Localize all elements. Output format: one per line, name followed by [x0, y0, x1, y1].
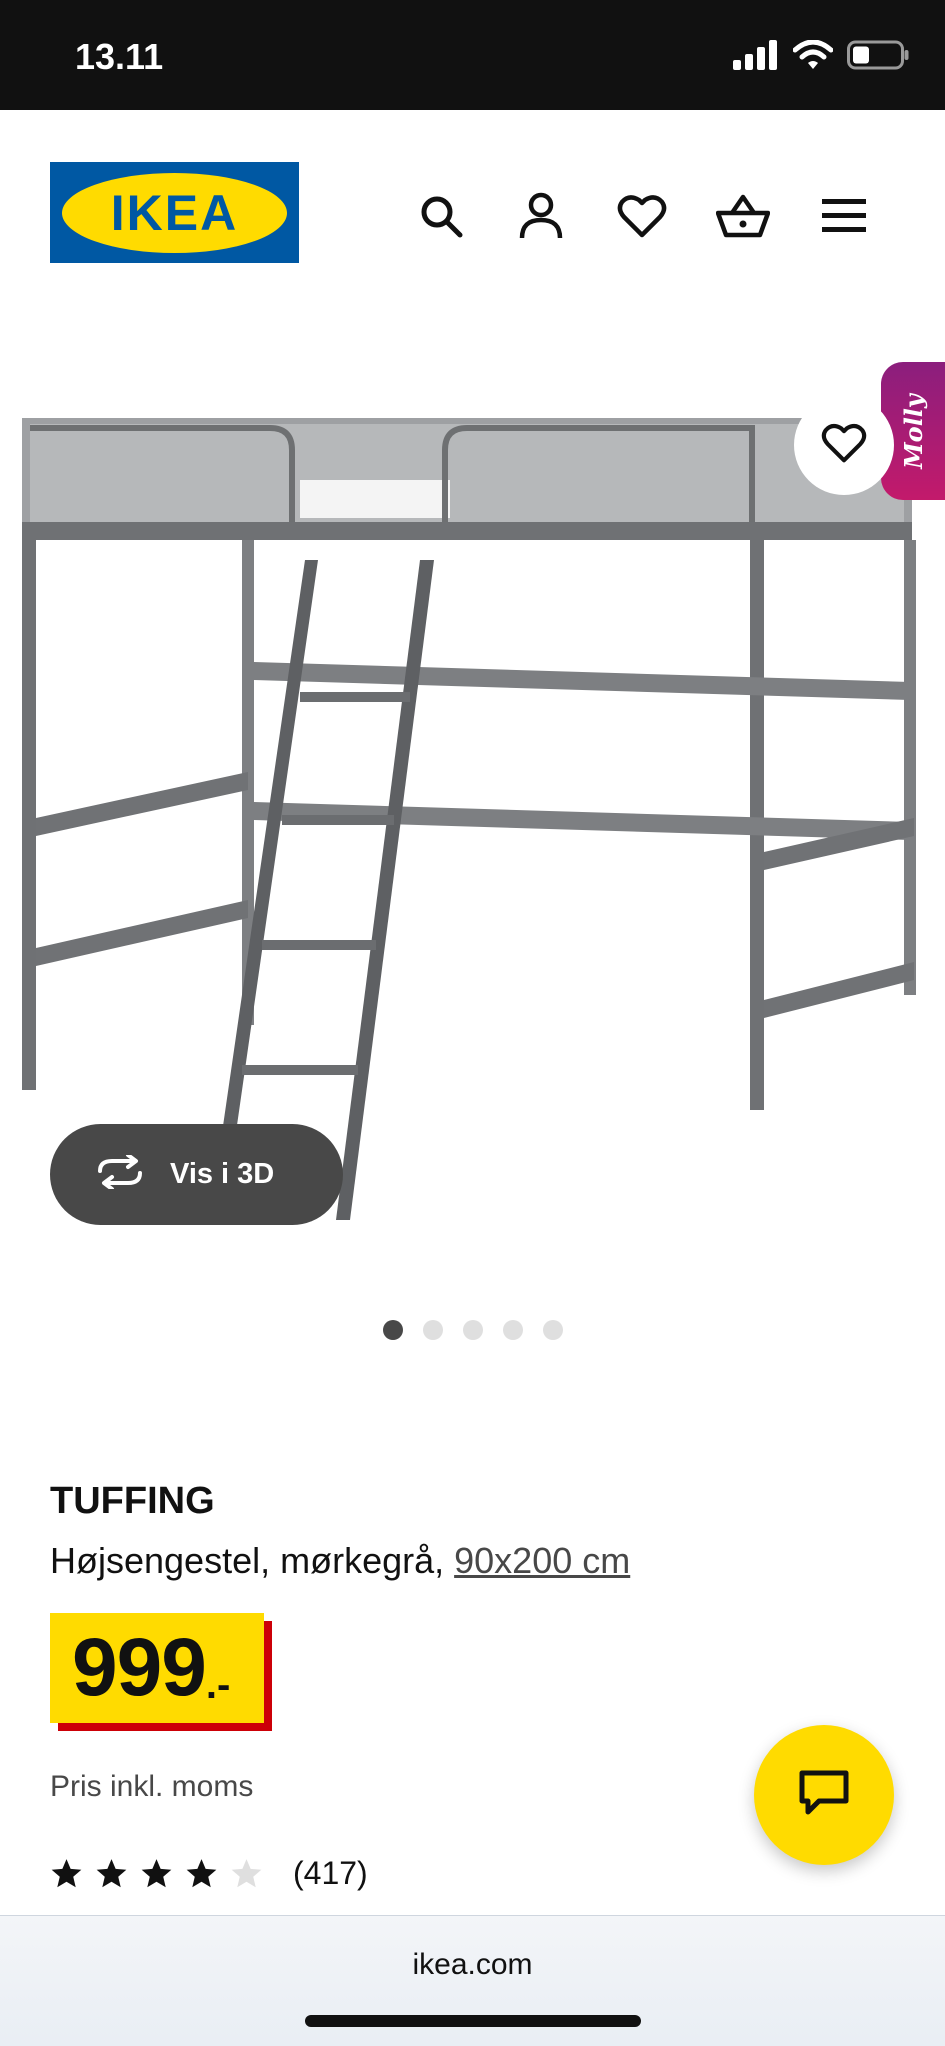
- status-icons: [733, 39, 909, 75]
- search-icon[interactable]: [413, 188, 469, 244]
- price-tag-inner: 999 .-: [50, 1613, 264, 1723]
- view-3d-label: Vis i 3D: [170, 1158, 275, 1190]
- molly-label: Molly: [898, 393, 928, 469]
- header-icon-bar: [0, 188, 945, 248]
- product-rating[interactable]: (417): [50, 1855, 368, 1892]
- signal-icon: [733, 40, 779, 75]
- add-to-favorites-button[interactable]: [794, 395, 894, 495]
- browser-address-bar: ikea.com: [0, 1915, 945, 2046]
- heart-icon[interactable]: [614, 188, 670, 244]
- carousel-dot[interactable]: [542, 1320, 563, 1340]
- heart-outline-icon: [821, 422, 867, 469]
- chat-button[interactable]: [754, 1725, 894, 1865]
- menu-icon[interactable]: [816, 188, 872, 244]
- star-filled-icon: [51, 1859, 82, 1888]
- wifi-icon: [792, 39, 834, 75]
- user-icon[interactable]: [513, 188, 569, 244]
- chat-bubble-icon: [797, 1769, 851, 1822]
- carousel-dot[interactable]: [422, 1320, 443, 1340]
- price-note: Pris inkl. moms: [50, 1770, 254, 1803]
- home-indicator[interactable]: [305, 2015, 641, 2027]
- status-time: 13.11: [75, 36, 164, 77]
- product-size-link[interactable]: 90x200 cm: [454, 1540, 630, 1581]
- product-description: Højsengestel, mørkegrå, 90x200 cm: [50, 1540, 630, 1582]
- review-count: (417): [293, 1855, 368, 1891]
- star-filled-icon: [186, 1859, 217, 1888]
- product-name: TUFFING: [50, 1480, 215, 1522]
- site-header: IKEA: [0, 110, 945, 310]
- carousel-dots: [0, 1320, 945, 1340]
- carousel-dot[interactable]: [502, 1320, 523, 1340]
- battery-icon: [847, 40, 909, 75]
- status-bar: 13.11: [0, 0, 945, 110]
- carousel-dot[interactable]: [382, 1320, 403, 1340]
- star-empty-icon: [231, 1859, 262, 1888]
- product-type-label: Højsengestel, mørkegrå,: [50, 1540, 455, 1581]
- price-suffix: .-: [205, 1662, 231, 1707]
- star-filled-icon: [96, 1859, 127, 1888]
- star-filled-icon: [141, 1859, 172, 1888]
- price-value: 999: [72, 1622, 207, 1713]
- price-tag: 999 .-: [50, 1613, 272, 1731]
- browser-url[interactable]: ikea.com: [0, 1948, 945, 1982]
- view-3d-button[interactable]: Vis i 3D: [50, 1124, 343, 1225]
- rotate-3d-icon: [94, 1153, 146, 1194]
- carousel-dot[interactable]: [462, 1320, 483, 1340]
- basket-icon[interactable]: [715, 188, 771, 244]
